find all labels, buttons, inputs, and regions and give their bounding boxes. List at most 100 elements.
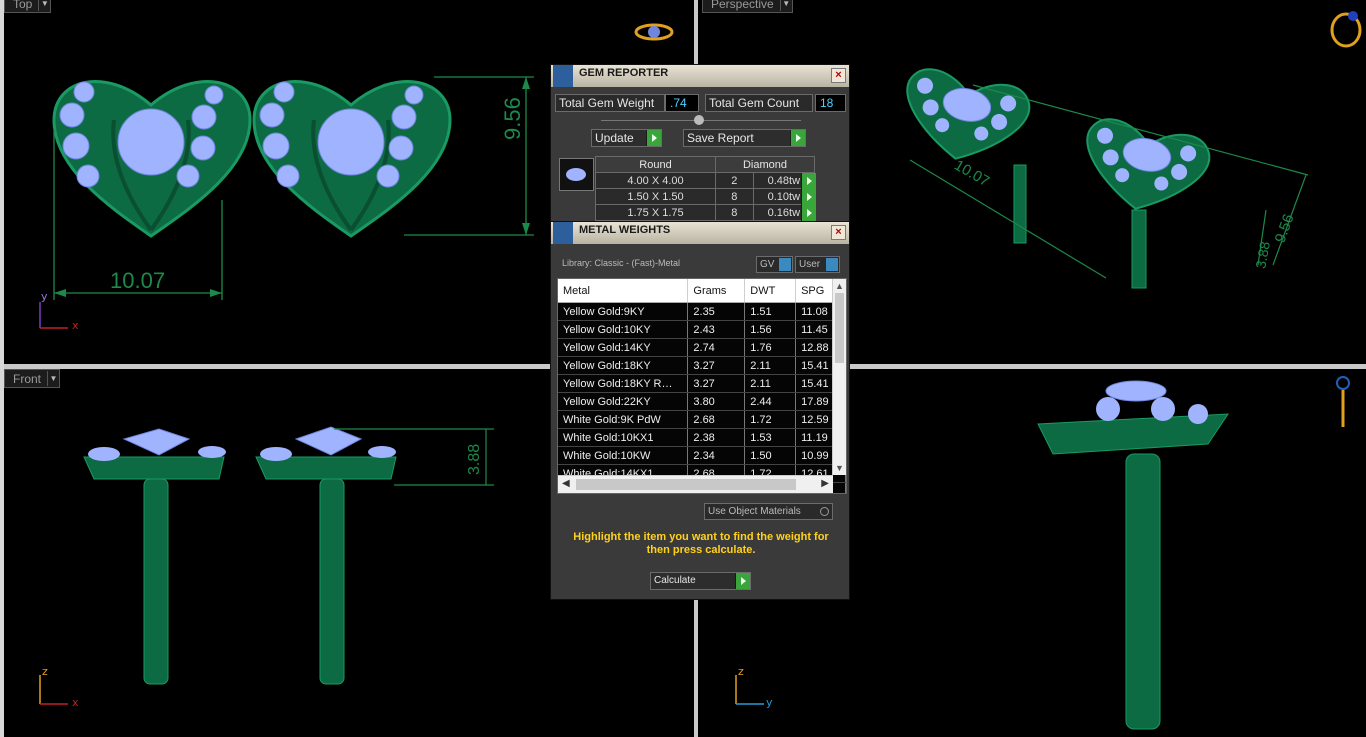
play-icon — [790, 130, 805, 146]
viewport-label-perspective[interactable]: Perspective ▼ — [702, 0, 793, 13]
gem-size: 4.00 X 4.00 — [595, 172, 716, 189]
gem-reporter-title: GEM REPORTER — [579, 67, 669, 79]
chevron-right-icon[interactable]: ▶ — [821, 478, 829, 489]
splitter-knob[interactable] — [694, 115, 704, 125]
table-row[interactable]: Yellow Gold:18KY R… 3.27 2.11 15.41 — [558, 374, 846, 393]
total-gem-count-label: Total Gem Count — [705, 94, 813, 112]
table-row[interactable]: 4.00 X 4.00 2 0.48tw — [595, 172, 816, 189]
save-report-button[interactable]: Save Report — [683, 129, 806, 147]
metal-name: White Gold:10KW — [558, 446, 689, 465]
metal-weights-titlebar[interactable]: METAL WEIGHTS × — [551, 222, 849, 244]
user-label: User — [799, 259, 821, 270]
gem-count: 8 — [715, 204, 754, 221]
library-label: Library: Classic - (Fast)-Metal — [562, 258, 681, 268]
metal-grams: 3.80 — [687, 392, 746, 411]
viewport-label-text: Front — [13, 371, 42, 386]
viewport-label-text: Perspective — [711, 0, 774, 11]
gem-size: 1.75 X 1.75 — [595, 204, 716, 221]
use-object-materials-button[interactable]: Use Object Materials — [704, 503, 833, 520]
update-label: Update — [595, 131, 634, 145]
gem-count: 8 — [715, 188, 754, 205]
dimension-height: 3.88 — [466, 443, 483, 475]
gem-size: 1.50 X 1.50 — [595, 188, 716, 205]
horizontal-scrollbar[interactable]: ◀ ▶ — [558, 475, 833, 493]
radio-icon — [820, 507, 829, 516]
gem-col-type: Diamond — [715, 156, 815, 173]
metal-grams: 2.38 — [687, 428, 746, 447]
metal-grams: 2.74 — [687, 338, 746, 357]
column-header[interactable]: Grams — [687, 279, 746, 303]
gem-reporter-titlebar[interactable]: GEM REPORTER × — [551, 65, 849, 87]
dimension-width: 10.07 — [110, 268, 166, 293]
gem-row-select-button[interactable] — [801, 205, 816, 221]
total-gem-weight-label: Total Gem Weight — [555, 94, 665, 112]
table-row[interactable]: Yellow Gold:14KY 2.74 1.76 12.88 — [558, 338, 846, 357]
table-row[interactable]: White Gold:10KW 2.34 1.50 10.99 — [558, 446, 846, 465]
metal-grams: 3.27 — [687, 356, 746, 375]
metal-name: Yellow Gold:9KY — [558, 302, 689, 321]
close-icon[interactable]: × — [831, 68, 846, 83]
play-icon — [735, 573, 750, 589]
metal-dwt: 2.44 — [744, 392, 797, 411]
metal-grams: 2.68 — [687, 410, 746, 429]
play-icon — [646, 130, 661, 146]
metal-dwt: 2.11 — [744, 356, 797, 375]
metal-name: Yellow Gold:18KY — [558, 356, 689, 375]
axis-z-label: z — [738, 665, 744, 678]
metal-grams: 3.27 — [687, 374, 746, 393]
total-gem-count-value: 18 — [815, 94, 846, 112]
metal-dwt: 1.50 — [744, 446, 797, 465]
update-button[interactable]: Update — [591, 129, 662, 147]
axis-y-label: y — [766, 696, 773, 709]
chevron-down-icon[interactable]: ▼ — [47, 371, 59, 386]
viewport-label-front[interactable]: Front ▼ — [4, 369, 61, 388]
table-row[interactable]: White Gold:9K PdW 2.68 1.72 12.59 — [558, 410, 846, 429]
metal-dwt: 1.72 — [744, 410, 797, 429]
metal-dwt: 1.53 — [744, 428, 797, 447]
viewport-label-text: Top — [13, 0, 33, 11]
metal-table[interactable]: Metal Grams DWT SPG Yellow Gold:9KY 2.35 1… — [557, 278, 847, 494]
metal-dwt: 1.76 — [744, 338, 797, 357]
column-header[interactable]: DWT — [744, 279, 797, 303]
metal-weights-title: METAL WEIGHTS — [579, 224, 671, 236]
flask-icon — [553, 222, 573, 244]
column-header[interactable]: Metal — [558, 279, 689, 303]
gem-reporter-panel[interactable]: GEM REPORTER × Total Gem Weight .74 Tota… — [550, 64, 850, 224]
metal-grams: 2.35 — [687, 302, 746, 321]
gem-table: Round Diamond 4.00 X 4.00 2 0.48tw 1.50 … — [595, 156, 816, 221]
metal-dwt: 2.11 — [744, 374, 797, 393]
vertical-scrollbar[interactable]: ▲ ▼ — [832, 279, 846, 475]
table-row[interactable]: 1.50 X 1.50 8 0.10tw — [595, 188, 816, 205]
user-toggle[interactable]: User — [795, 256, 840, 273]
metal-weights-panel[interactable]: METAL WEIGHTS × Library: Classic - (Fast… — [550, 221, 850, 600]
gem-row-select-button[interactable] — [801, 189, 816, 205]
use-object-materials-label: Use Object Materials — [708, 506, 801, 517]
table-row[interactable]: Yellow Gold:18KY 3.27 2.11 15.41 — [558, 356, 846, 375]
table-row[interactable]: Yellow Gold:10KY 2.43 1.56 11.45 — [558, 320, 846, 339]
table-row[interactable]: Yellow Gold:9KY 2.35 1.51 11.08 — [558, 302, 846, 321]
toggle-icon — [826, 258, 838, 271]
viewport-label-top[interactable]: Top ▼ — [4, 0, 52, 13]
metal-grams: 2.34 — [687, 446, 746, 465]
table-row[interactable]: Yellow Gold:22KY 3.80 2.44 17.89 — [558, 392, 846, 411]
chevron-down-icon[interactable]: ▼ — [38, 0, 50, 11]
axis-y-label: y — [41, 290, 48, 303]
axis-z-label: z — [42, 665, 48, 678]
chevron-down-icon[interactable]: ▼ — [835, 463, 844, 473]
table-row[interactable]: White Gold:10KX1 2.38 1.53 11.19 — [558, 428, 846, 447]
axis-x-label: x — [72, 319, 79, 332]
calculate-label: Calculate — [654, 575, 696, 586]
chevron-down-icon[interactable]: ▼ — [779, 0, 792, 11]
calculate-button[interactable]: Calculate — [650, 572, 751, 590]
scroll-thumb[interactable] — [835, 293, 844, 363]
metal-name: White Gold:10KX1 — [558, 428, 689, 447]
metal-table-grid: Metal Grams DWT SPG Yellow Gold:9KY 2.35 1… — [558, 279, 846, 493]
chevron-left-icon[interactable]: ◀ — [562, 478, 570, 489]
gv-toggle[interactable]: GV — [756, 256, 793, 273]
chevron-up-icon[interactable]: ▲ — [835, 281, 844, 291]
table-row[interactable]: 1.75 X 1.75 8 0.16tw — [595, 204, 816, 221]
save-report-label: Save Report — [687, 131, 754, 145]
scroll-thumb[interactable] — [576, 479, 796, 490]
close-icon[interactable]: × — [831, 225, 846, 240]
gem-row-select-button[interactable] — [801, 173, 816, 189]
